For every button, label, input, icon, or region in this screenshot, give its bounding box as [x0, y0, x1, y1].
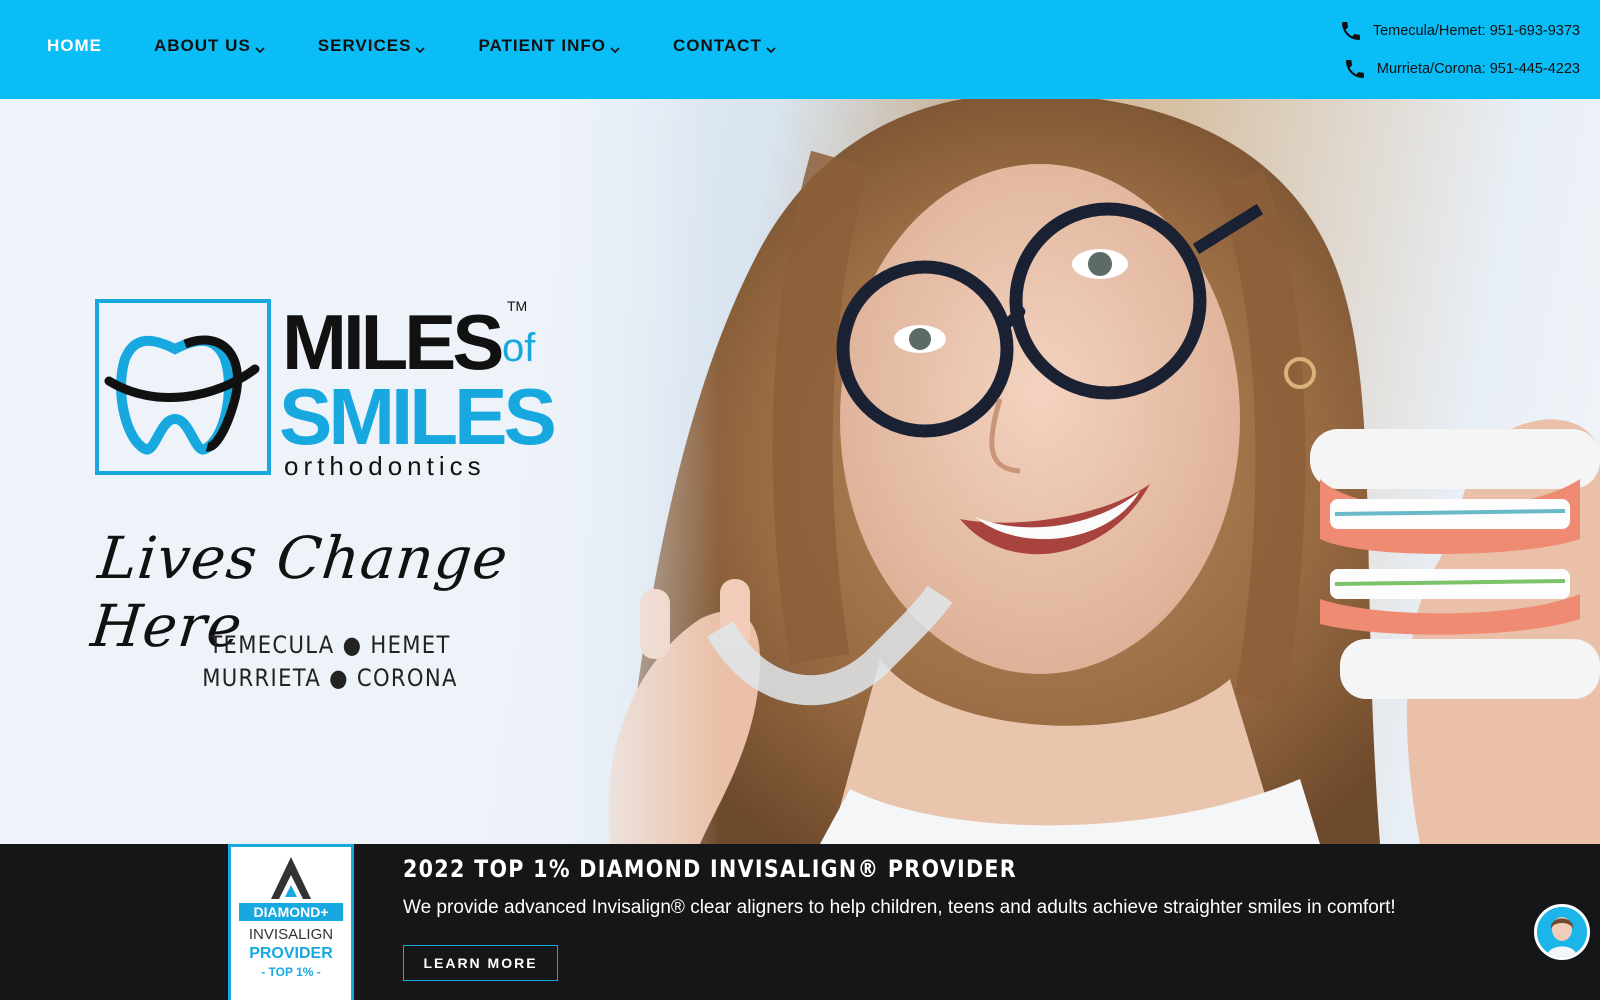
banner-description: We provide advanced Invisalign® clear al…	[403, 897, 1396, 918]
phone-numbers: Temecula/Hemet: 951-693-9373 Murrieta/Co…	[1339, 12, 1580, 88]
phone-link-temecula-hemet[interactable]: Temecula/Hemet: 951-693-9373	[1339, 12, 1580, 50]
nav-item-label: ABOUT US	[154, 36, 251, 55]
main-nav: HOME ABOUT US SERVICES PATIENT INFO CONT…	[47, 36, 829, 56]
learn-more-button[interactable]: LEARN MORE	[403, 945, 558, 981]
banner-title: 2022 TOP 1% DIAMOND INVISALIGN® PROVIDER	[403, 855, 1017, 883]
chevron-down-icon	[255, 47, 265, 54]
chat-agent-avatar-icon	[1537, 907, 1587, 957]
invisalign-badge: DIAMOND+ INVISALIGN PROVIDER - TOP 1% -	[228, 844, 354, 1000]
nav-item-label: HOME	[47, 36, 102, 55]
chevron-down-icon	[766, 47, 776, 54]
chevron-down-icon	[610, 47, 620, 54]
top-navigation-bar: HOME ABOUT US SERVICES PATIENT INFO CONT…	[0, 0, 1600, 99]
logo-tm: TM	[507, 299, 527, 314]
nav-item-label: PATIENT INFO	[478, 36, 606, 55]
phone-label: Temecula/Hemet: 951-693-9373	[1372, 23, 1580, 39]
nav-item-services[interactable]: SERVICES	[318, 36, 427, 56]
hero-section: MILES of TM SMILES orthodontics Lives Ch…	[0, 99, 1600, 844]
miles-of-smiles-logo[interactable]: MILES of TM SMILES orthodontics	[95, 299, 575, 489]
badge-line3: PROVIDER	[249, 945, 333, 962]
cities-line2: MURRIETA ● CORONA	[202, 664, 458, 692]
chevron-down-icon	[415, 47, 426, 54]
badge-line2: INVISALIGN	[249, 926, 333, 943]
nav-item-label: CONTACT	[672, 36, 762, 55]
nav-item-about-us[interactable]: ABOUT US	[154, 36, 266, 56]
nav-item-label: SERVICES	[317, 36, 412, 55]
cities-line1: TEMECULA ● HEMET	[209, 631, 451, 659]
invisalign-badge-graphic: DIAMOND+ INVISALIGN PROVIDER - TOP 1% -	[239, 857, 343, 979]
logo-line2: SMILES	[279, 372, 554, 461]
chat-avatar-button[interactable]	[1534, 904, 1590, 960]
nav-item-contact[interactable]: CONTACT	[673, 36, 777, 56]
phone-link-murrieta-corona[interactable]: Murrieta/Corona: 951-445-4223	[1339, 50, 1580, 88]
nav-item-patient-info[interactable]: PATIENT INFO	[478, 36, 621, 56]
logo-sub: orthodontics	[284, 451, 486, 481]
nav-item-home[interactable]: HOME	[47, 36, 102, 56]
logo-of: of	[502, 326, 536, 370]
phone-label: Murrieta/Corona: 951-445-4223	[1376, 61, 1580, 77]
badge-line4: - TOP 1% -	[261, 965, 321, 979]
badge-line1: DIAMOND+	[253, 904, 328, 920]
hero-cities: TEMECULA ● HEMET MURRIETA ● CORONA	[172, 629, 489, 695]
phone-icon	[1341, 22, 1360, 40]
phone-icon	[1345, 60, 1364, 78]
